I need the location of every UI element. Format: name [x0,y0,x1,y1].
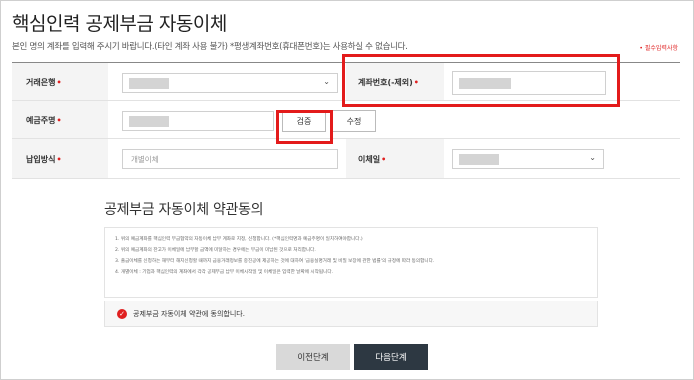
terms-box[interactable]: 1. 위의 예금계좌를 핵심인력 부금협약의 자동이체 납부 계좌로 지정, 신… [104,227,598,298]
bank-select[interactable]: ⌄ [122,73,338,93]
label-cell: 납입방식• [12,139,108,178]
edit-button[interactable]: 수정 [332,110,376,132]
holder-input[interactable] [122,111,274,131]
required-note: • 필수입력사항 [639,45,678,52]
chevron-down-icon: ⌄ [589,153,596,162]
page-subtitle: 본인 명의 계좌를 입력해 주시기 바랍니다.(타인 계좌 사용 불가) *평생… [12,42,408,52]
highlight-account [342,54,620,107]
terms-line: 3. 출금이체를 신청하는 해부터 해지신청할 때까지 금융거래정보를 중진공에… [115,259,435,264]
label-cell: 거래은행• [12,63,108,100]
holder-label: 예금주명• [26,116,62,125]
label-cell: 이체일• [346,139,444,178]
bank-label: 거래은행• [26,78,62,87]
terms-line: 4. 개별이체 : 기업과 핵심인력의 계좌에서 각각 공제부금 납부 이체시작… [115,270,334,275]
agree-label[interactable]: 공제부금 자동이체 약관에 동의합니다. [133,309,245,319]
highlight-verify [276,110,333,144]
terms-line: 2. 위의 예금계좌의 잔고가 이체일에 납부할 금액에 미달하는 경우에는 부… [115,248,316,253]
payment-method-value: 개별이체 [131,155,159,164]
terms-line: 1. 위의 예금계좌를 핵심인력 부금협약의 자동이체 납부 계좌로 지정, 신… [115,237,363,242]
next-step-button[interactable]: 다음단계 [354,344,428,370]
transfer-day-label: 이체일• [358,155,387,164]
check-circle-icon[interactable]: ✓ [117,309,127,319]
page-title: 핵심인력 공제부금 자동이체 [12,13,227,35]
holder-input-value [129,116,169,127]
transfer-day-select[interactable]: ⌄ [452,149,604,169]
prev-step-button[interactable]: 이전단계 [276,344,350,370]
agree-row[interactable]: ✓ 공제부금 자동이체 약관에 동의합니다. [104,301,598,327]
terms-title: 공제부금 자동이체 약관동의 [104,202,264,218]
chevron-down-icon: ⌄ [323,77,330,86]
transfer-day-value [459,154,499,165]
bank-select-value [129,78,169,89]
label-cell: 예금주명• [12,101,108,138]
payment-method-label: 납입방식• [26,155,62,164]
payment-method-input: 개별이체 [122,149,338,169]
form-row-payment: 납입방식• 개별이체 이체일• ⌄ [12,139,680,179]
